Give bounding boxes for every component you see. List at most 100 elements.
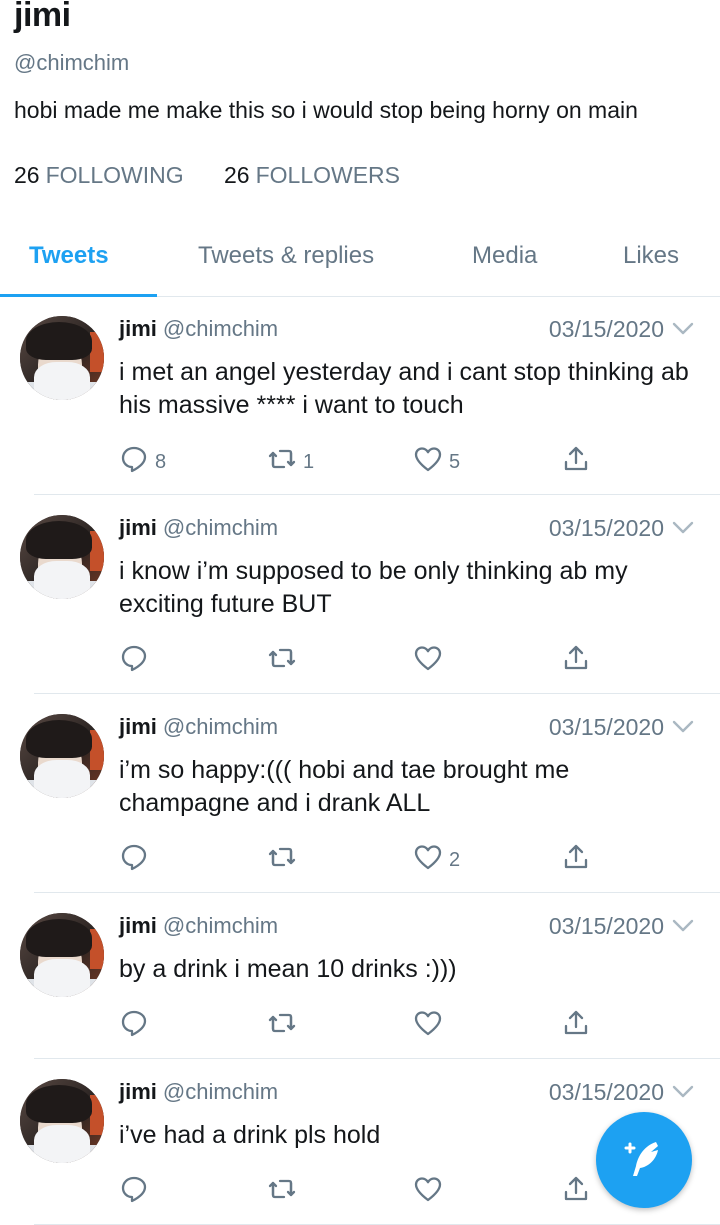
chevron-down-icon[interactable] [672, 720, 694, 734]
tweet-text: i know i’m supposed to be only thinking … [119, 557, 628, 618]
reply-icon [119, 444, 149, 480]
avatar[interactable] [20, 714, 104, 798]
tweet[interactable]: jimi @chimchim 03/15/2020 i met an angel … [0, 296, 720, 495]
retweet-icon [267, 643, 297, 679]
reply-button[interactable] [119, 1176, 155, 1208]
tweet-date: 03/15/2020 [548, 1079, 664, 1105]
profile-bio: hobi made me make this so i would stop b… [14, 97, 638, 123]
retweet-icon [267, 444, 297, 480]
avatar[interactable] [20, 913, 104, 997]
like-button[interactable] [413, 1176, 449, 1208]
reply-button[interactable] [119, 1010, 155, 1042]
tab-likes[interactable]: Likes [623, 242, 679, 270]
heart-icon [413, 842, 443, 878]
share-icon [561, 444, 591, 480]
tweet-author-handle: @chimchim [162, 515, 279, 540]
tab-tweets[interactable]: Tweets [29, 242, 109, 270]
tweet-author[interactable]: jimi @chimchim [119, 1079, 278, 1105]
profile-handle: @chimchim [14, 50, 130, 75]
tweet-author[interactable]: jimi @chimchim [119, 913, 278, 939]
tweet-text: i met an angel yesterday and i cant stop… [119, 358, 689, 419]
chevron-down-icon[interactable] [672, 1085, 694, 1099]
profile-stats: 26 FOLLOWING 26 FOLLOWERS [14, 162, 434, 189]
tweet-author-name: jimi [119, 515, 157, 540]
tweet-actions [119, 645, 599, 677]
share-icon [561, 842, 591, 878]
profile-header: jimi @chimchim hobi made me make this so… [0, 0, 720, 297]
retweet-button[interactable] [267, 844, 303, 876]
tab-media[interactable]: Media [472, 242, 537, 270]
tweet-date: 03/15/2020 [548, 316, 664, 342]
heart-icon [413, 643, 443, 679]
tweet-text: i’m so happy:((( hobi and tae brought me… [119, 756, 570, 817]
like-count: 5 [449, 450, 461, 473]
tweet-author-name: jimi [119, 1079, 157, 1104]
chevron-down-icon[interactable] [672, 919, 694, 933]
retweet-button[interactable] [267, 1176, 303, 1208]
share-icon [561, 1008, 591, 1044]
tab-tweets-and-replies[interactable]: Tweets & replies [198, 242, 374, 270]
tweet-author[interactable]: jimi @chimchim [119, 515, 278, 541]
retweet-icon [267, 1174, 297, 1210]
retweet-button[interactable]: 1 [267, 446, 314, 478]
tweet-author-name: jimi [119, 714, 157, 739]
retweet-button[interactable] [267, 645, 303, 677]
tweet[interactable]: jimi @chimchim 03/15/2020 i know i’m supp… [0, 495, 720, 694]
reply-icon [119, 643, 149, 679]
like-button[interactable]: 5 [413, 446, 460, 478]
heart-icon [413, 444, 443, 480]
share-button[interactable] [561, 446, 591, 478]
retweet-button[interactable] [267, 1010, 303, 1042]
retweet-icon [267, 842, 297, 878]
like-button[interactable]: 2 [413, 844, 460, 876]
followers-stat[interactable]: 26 FOLLOWERS [224, 162, 400, 189]
profile-display-name: jimi [14, 0, 71, 34]
tweet-text: by a drink i mean 10 drinks :))) [119, 955, 457, 983]
share-icon [561, 643, 591, 679]
tweet-date: 03/15/2020 [548, 714, 664, 740]
reply-icon [119, 842, 149, 878]
tweet[interactable]: jimi @chimchim 03/15/2020 by a drink i me… [0, 893, 720, 1059]
retweet-icon [267, 1008, 297, 1044]
tweet-author-handle: @chimchim [162, 1079, 279, 1104]
tweet-actions [119, 1176, 599, 1208]
compose-tweet-button[interactable] [596, 1112, 692, 1208]
heart-icon [413, 1174, 443, 1210]
tweet-date: 03/15/2020 [548, 515, 664, 541]
tweet-actions: 2 [119, 844, 599, 876]
share-button[interactable] [561, 844, 591, 876]
reply-icon [119, 1174, 149, 1210]
tweet-author[interactable]: jimi @chimchim [119, 316, 278, 342]
reply-button[interactable] [119, 844, 155, 876]
reply-icon [119, 1008, 149, 1044]
tweet-author-handle: @chimchim [162, 316, 279, 341]
avatar[interactable] [20, 515, 104, 599]
tweet-author-name: jimi [119, 913, 157, 938]
avatar[interactable] [20, 1079, 104, 1163]
tweet-date: 03/15/2020 [548, 913, 664, 939]
tweet-author-handle: @chimchim [162, 913, 279, 938]
followers-label: FOLLOWERS [255, 162, 401, 188]
avatar[interactable] [20, 316, 104, 400]
tweet[interactable]: jimi @chimchim 03/15/2020 i’m so happy:((… [0, 694, 720, 893]
reply-button[interactable]: 8 [119, 446, 166, 478]
share-button[interactable] [561, 645, 591, 677]
tweet-author[interactable]: jimi @chimchim [119, 714, 278, 740]
like-button[interactable] [413, 1010, 449, 1042]
share-button[interactable] [561, 1176, 591, 1208]
tweet-actions [119, 1010, 599, 1042]
reply-button[interactable] [119, 645, 155, 677]
like-button[interactable] [413, 645, 449, 677]
share-button[interactable] [561, 1010, 591, 1042]
tweet-author-name: jimi [119, 316, 157, 341]
chevron-down-icon[interactable] [672, 521, 694, 535]
retweet-count: 1 [303, 450, 315, 473]
following-count: 26 [14, 162, 40, 188]
compose-feather-icon [624, 1142, 658, 1176]
following-stat[interactable]: 26 FOLLOWING [14, 162, 184, 189]
heart-icon [413, 1008, 443, 1044]
chevron-down-icon[interactable] [672, 322, 694, 336]
tweet-actions: 8 1 5 [119, 446, 599, 478]
tweet-author-handle: @chimchim [162, 714, 279, 739]
profile-tabs: Tweets Tweets & replies Media Likes [0, 226, 720, 297]
